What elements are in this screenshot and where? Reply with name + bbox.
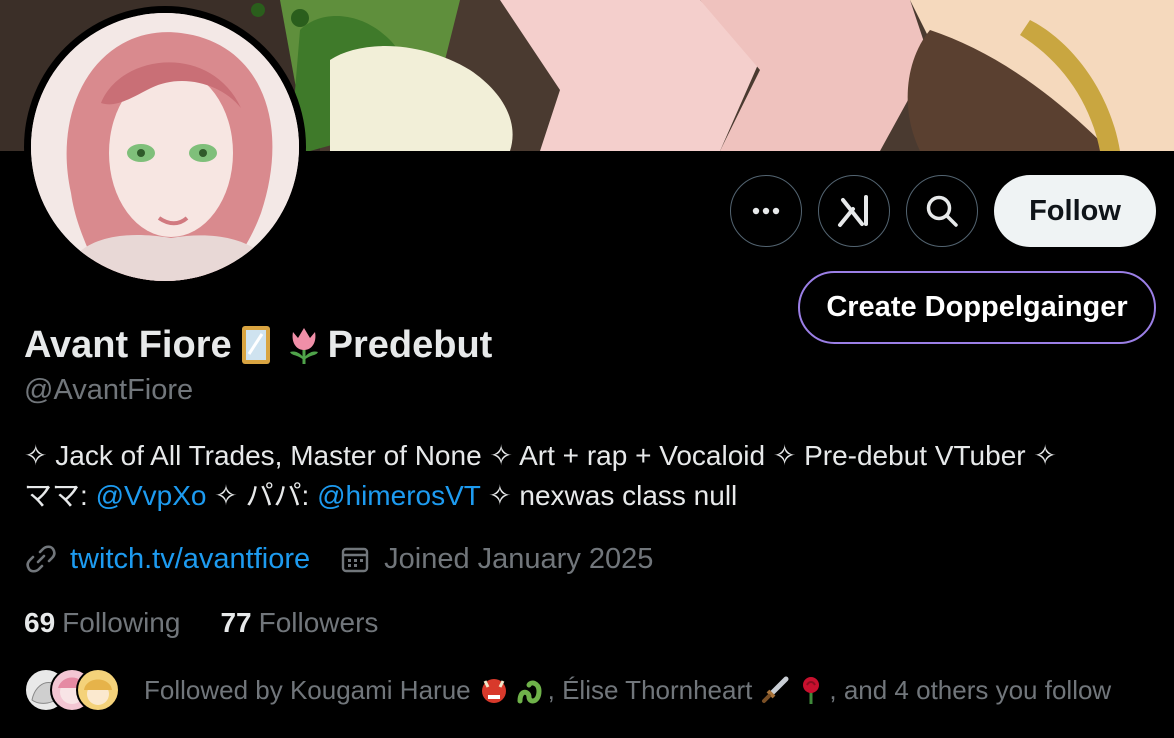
followed-by-text: , Élise Thornheart — [547, 674, 753, 705]
followed-by-text: , and 4 others you follow — [829, 674, 1112, 705]
followers-count: 77 — [220, 607, 252, 638]
search-profile-button[interactable] — [906, 175, 978, 247]
search-icon — [926, 195, 958, 227]
joined-date: Joined January 2025 — [384, 542, 654, 575]
avatar-image — [31, 13, 299, 281]
bio-text: ママ: — [24, 480, 96, 511]
bio-text: ✧ パパ: — [206, 480, 318, 511]
profile-avatar[interactable] — [24, 6, 306, 288]
calendar-icon — [338, 542, 372, 576]
bio-line-2: ママ: @VvpXo ✧ パパ: @himerosVT ✧ nexwas cla… — [24, 476, 1154, 516]
profile-meta: twitch.tv/avantfiore Joined January 2025 — [24, 538, 653, 580]
grok-button[interactable] — [818, 175, 890, 247]
following-label: Following — [62, 607, 181, 638]
more-horizontal-icon — [752, 207, 780, 215]
following-link[interactable]: 69 Following — [24, 607, 180, 639]
bio-line-1: ✧ Jack of All Trades, Master of None ✧ A… — [24, 440, 1057, 471]
tulip-emoji-icon — [284, 324, 324, 366]
dagger-emoji-icon — [760, 675, 790, 705]
mention-link-vvpxo[interactable]: @VvpXo — [96, 480, 207, 511]
followers-link[interactable]: 77 Followers — [220, 607, 378, 639]
rose-emoji-icon — [796, 675, 826, 705]
profile-bio: ✧ Jack of All Trades, Master of None ✧ A… — [24, 436, 1154, 516]
display-name-suffix: Predebut — [327, 323, 493, 366]
display-name-text: Avant Fiore — [24, 323, 232, 366]
following-count: 69 — [24, 607, 56, 638]
followers-label: Followers — [258, 607, 379, 638]
mention-link-himerosvt[interactable]: @himerosVT — [317, 480, 480, 511]
create-doppelganger-button[interactable]: Create Doppelgainger — [798, 271, 1156, 344]
link-icon — [24, 542, 58, 576]
grok-icon — [838, 195, 868, 227]
display-name: Avant Fiore Predebut — [24, 322, 492, 368]
ogre-emoji-icon — [479, 675, 509, 705]
website-link[interactable]: twitch.tv/avantfiore — [70, 543, 310, 576]
follow-counts: 69 Following 77 Followers — [24, 603, 378, 643]
followed-by-text: Followed by Kougami Harue — [144, 674, 471, 705]
mutual-avatar — [76, 668, 120, 712]
followed-by-row[interactable]: Followed by Kougami Harue , Élise Thornh… — [24, 664, 1111, 716]
more-options-button[interactable] — [730, 175, 802, 247]
mirror-emoji-icon — [236, 324, 276, 366]
snake-emoji-icon — [515, 675, 545, 705]
mutual-avatars — [24, 666, 124, 714]
follow-button[interactable]: Follow — [994, 175, 1156, 247]
bio-text: ✧ nexwas class null — [480, 480, 738, 511]
user-handle: @AvantFiore — [24, 374, 194, 406]
